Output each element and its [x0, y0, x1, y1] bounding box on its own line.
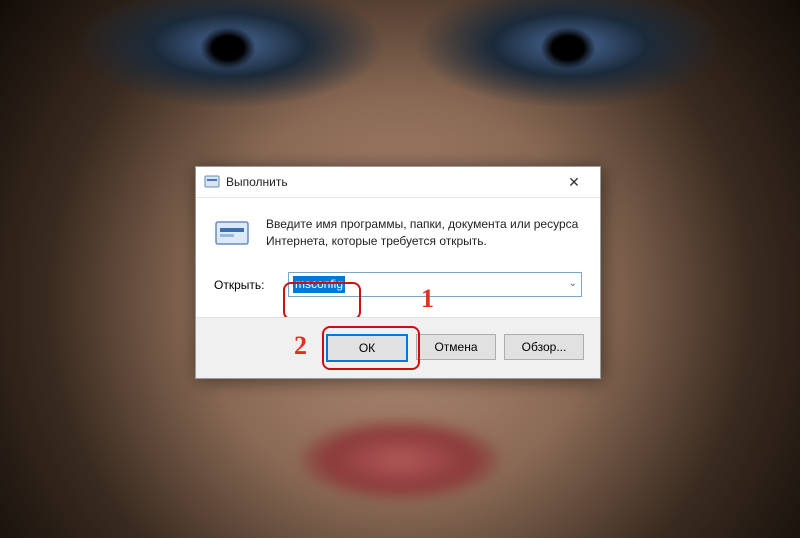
open-input-value: msconfig [293, 276, 345, 293]
open-combobox[interactable]: msconfig ⌄ [288, 272, 582, 297]
run-dialog: Выполнить ✕ Введите имя программы, папки… [195, 166, 601, 379]
dialog-body: Введите имя программы, папки, документа … [196, 198, 600, 317]
annotation-marker-2: 2 [294, 331, 307, 361]
run-icon [204, 174, 220, 190]
close-button[interactable]: ✕ [552, 168, 596, 196]
cancel-button[interactable]: Отмена [416, 334, 496, 360]
close-icon: ✕ [568, 174, 580, 191]
dialog-button-row: ОК Отмена Обзор... 2 [196, 317, 600, 378]
open-label: Открыть: [214, 278, 288, 292]
titlebar[interactable]: Выполнить ✕ [196, 167, 600, 198]
chevron-down-icon[interactable]: ⌄ [569, 278, 577, 289]
browse-button[interactable]: Обзор... [504, 334, 584, 360]
run-icon [214, 216, 250, 252]
dialog-message: Введите имя программы, папки, документа … [266, 216, 582, 250]
desktop-background: Выполнить ✕ Введите имя программы, папки… [0, 0, 800, 538]
window-title: Выполнить [226, 175, 552, 189]
ok-button[interactable]: ОК [326, 334, 408, 362]
